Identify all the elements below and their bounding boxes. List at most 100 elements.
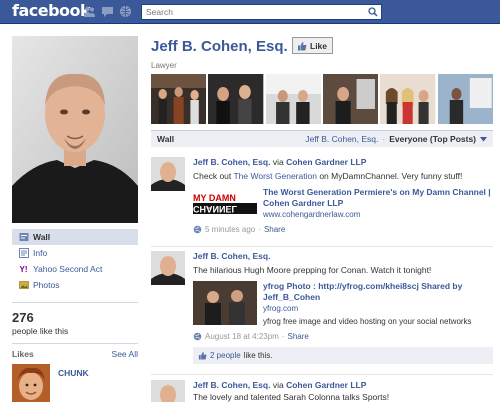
post-author[interactable]: Jeff B. Cohen, Esq. bbox=[193, 251, 270, 261]
share-link[interactable]: Share bbox=[264, 224, 285, 235]
top-bar: facebook Search bbox=[0, 0, 500, 24]
attachment-description: yfrog free image and video hosting on yo… bbox=[263, 317, 472, 326]
photo-strip bbox=[151, 74, 493, 124]
search-icon[interactable] bbox=[368, 7, 378, 17]
notifications-icon[interactable] bbox=[119, 5, 132, 18]
friend-requests-icon[interactable] bbox=[83, 5, 96, 18]
attachment-domain: www.cohengardnerlaw.com bbox=[263, 210, 361, 219]
attachment-thumbnail[interactable] bbox=[193, 281, 257, 325]
post-via: via bbox=[272, 157, 284, 167]
post-divider bbox=[151, 374, 493, 375]
post-attachment: MY DAMN CHANNEL The Worst Generation Per… bbox=[193, 187, 493, 220]
photo-thumbnail[interactable] bbox=[437, 74, 493, 124]
wall-post: Jeff B. Cohen, Esq. The hilarious Hugh M… bbox=[151, 251, 493, 369]
post-timestamp[interactable]: August 18 at 4:23pm bbox=[205, 331, 279, 342]
nav-item-label: Photos bbox=[33, 280, 60, 290]
post-message-text: Check out bbox=[193, 171, 234, 181]
chevron-down-icon[interactable] bbox=[480, 136, 487, 142]
post-author-avatar[interactable] bbox=[151, 380, 185, 402]
meta-separator: · bbox=[281, 332, 285, 341]
wall-filter[interactable]: Jeff B. Cohen, Esq. · Everyone (Top Post… bbox=[305, 134, 487, 144]
wall-icon bbox=[18, 232, 29, 243]
photo-thumbnail[interactable] bbox=[322, 74, 379, 124]
likes-section-header: Likes See All bbox=[12, 343, 138, 359]
wall-filter-separator: · bbox=[382, 134, 386, 144]
photo-thumbnail[interactable] bbox=[265, 74, 321, 124]
post-message: Check out The Worst Generation on MyDamn… bbox=[193, 171, 493, 182]
nav-item-yahoo-second-act[interactable]: Y! Yahoo Second Act bbox=[12, 261, 138, 277]
post-attachment: yfrog Photo : http://yfrog.com/khei8scj … bbox=[193, 281, 493, 327]
like-button-label: Like bbox=[310, 40, 328, 51]
post-via: via bbox=[272, 380, 284, 390]
wall-title: Wall bbox=[157, 134, 175, 144]
nav-item-info[interactable]: Info bbox=[12, 245, 138, 261]
post-message: The hilarious Hugh Moore prepping for Co… bbox=[193, 265, 432, 275]
photo-thumbnail[interactable] bbox=[151, 74, 207, 124]
wall-post: Jeff B. Cohen, Esq. via Cohen Gardner LL… bbox=[151, 380, 493, 402]
info-icon bbox=[18, 248, 29, 259]
jewel-icons bbox=[83, 5, 132, 18]
wall-filter-name[interactable]: Jeff B. Cohen, Esq. bbox=[305, 134, 378, 144]
page-category: Lawyer bbox=[151, 61, 177, 70]
nav-item-label: Wall bbox=[33, 232, 51, 242]
post-likes-suffix: like this. bbox=[243, 351, 273, 360]
nav-item-label: Info bbox=[33, 248, 48, 258]
liked-page-item[interactable]: CHUNK bbox=[12, 364, 138, 402]
attachment-thumbnail[interactable]: MY DAMN CHANNEL bbox=[193, 187, 257, 219]
attachment-title[interactable]: yfrog Photo : http://yfrog.com/khei8scj … bbox=[263, 281, 493, 303]
thumbs-up-icon bbox=[298, 41, 307, 50]
nav-item-label: Yahoo Second Act bbox=[33, 264, 103, 274]
messages-icon[interactable] bbox=[101, 5, 114, 18]
post-likes: 2 people like this. bbox=[193, 347, 493, 364]
nav-item-wall[interactable]: Wall bbox=[12, 229, 138, 245]
thumbs-up-icon bbox=[198, 351, 207, 360]
likes-count-box: 276 people like this bbox=[12, 302, 138, 336]
post-body: Jeff B. Cohen, Esq. via Cohen Gardner LL… bbox=[193, 380, 493, 402]
wall-filter-value[interactable]: Everyone (Top Posts) bbox=[389, 134, 476, 144]
post-body: Jeff B. Cohen, Esq. The hilarious Hugh M… bbox=[193, 251, 493, 364]
post-message-text: on MyDamnChannel. Very funny stuff! bbox=[316, 171, 463, 181]
post-message-link[interactable]: The Worst Generation bbox=[233, 171, 316, 181]
post-author-avatar[interactable] bbox=[151, 251, 185, 285]
liked-page-name[interactable]: CHUNK bbox=[58, 368, 89, 378]
post-source[interactable]: Cohen Gardner LLP bbox=[286, 157, 366, 167]
post-author[interactable]: Jeff B. Cohen, Esq. bbox=[193, 157, 270, 167]
post-message: The lovely and talented Sarah Colonna ta… bbox=[193, 392, 390, 402]
network-icon bbox=[193, 225, 202, 234]
attachment-domain: yfrog.com bbox=[263, 304, 299, 313]
page-title: Jeff B. Cohen, Esq. bbox=[151, 38, 288, 55]
attachment-thumbnail-text: CHANNEL bbox=[193, 202, 257, 214]
network-icon bbox=[193, 332, 202, 341]
attachment-thumbnail-text: MY DAMN bbox=[193, 192, 236, 203]
photo-thumbnail[interactable] bbox=[380, 74, 436, 124]
likes-section-title: Likes bbox=[12, 349, 34, 359]
wall-header: Wall Jeff B. Cohen, Esq. · Everyone (Top… bbox=[151, 130, 493, 147]
post-meta: August 18 at 4:23pm · Share bbox=[193, 331, 493, 342]
meta-separator: · bbox=[258, 225, 261, 234]
post-source[interactable]: Cohen Gardner LLP bbox=[286, 380, 366, 390]
post-likes-count[interactable]: 2 people bbox=[210, 350, 241, 361]
search-input[interactable]: Search bbox=[141, 4, 382, 20]
likes-count-text: people like this bbox=[12, 326, 69, 336]
post-divider bbox=[151, 246, 493, 247]
wall-post: Jeff B. Cohen, Esq. via Cohen Gardner LL… bbox=[151, 157, 493, 241]
post-author-avatar[interactable] bbox=[151, 157, 185, 191]
profile-nav: Wall Info Y! Yahoo Second Act Photos bbox=[12, 229, 138, 293]
attachment-title[interactable]: The Worst Generation Permiere's on My Da… bbox=[263, 187, 493, 209]
like-button[interactable]: Like bbox=[292, 37, 334, 54]
post-timestamp[interactable]: 5 minutes ago bbox=[205, 224, 255, 235]
photos-icon bbox=[18, 280, 29, 291]
see-all-link[interactable]: See All bbox=[112, 349, 138, 359]
share-link[interactable]: Share bbox=[288, 331, 309, 342]
post-author[interactable]: Jeff B. Cohen, Esq. bbox=[193, 380, 270, 390]
likes-count: 276 bbox=[12, 310, 34, 325]
post-body: Jeff B. Cohen, Esq. via Cohen Gardner LL… bbox=[193, 157, 493, 235]
photo-thumbnail[interactable] bbox=[208, 74, 264, 124]
nav-item-photos[interactable]: Photos bbox=[12, 277, 138, 293]
post-meta: 5 minutes ago · Share bbox=[193, 224, 493, 235]
liked-page-thumbnail[interactable] bbox=[12, 364, 50, 402]
profile-picture[interactable] bbox=[12, 36, 138, 223]
yahoo-icon: Y! bbox=[19, 264, 28, 274]
facebook-logo[interactable]: facebook bbox=[12, 1, 91, 20]
search-placeholder: Search bbox=[146, 7, 173, 17]
